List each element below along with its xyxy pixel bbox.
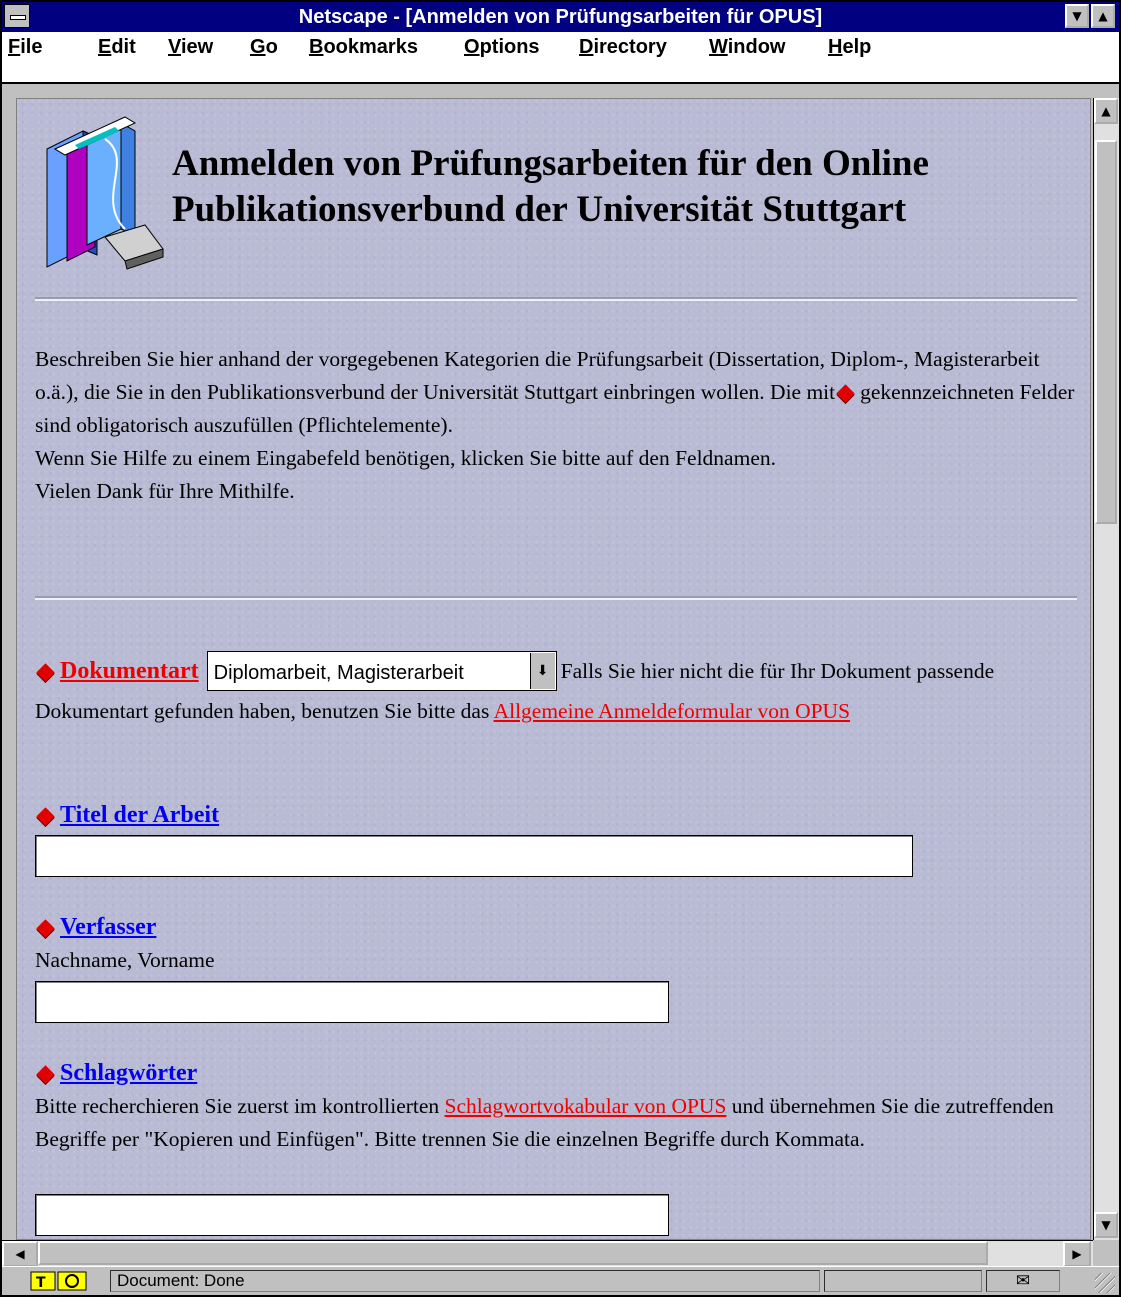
required-marker-icon	[36, 806, 55, 826]
page-title: Anmelden von Prüfungsarbeiten für den On…	[172, 141, 1072, 233]
menu-help-mnemonic: H	[828, 36, 843, 58]
required-marker-icon	[36, 662, 55, 682]
menu-view-label: iew	[180, 36, 214, 58]
dokumentart-selected-value: Diplomarbeit, Magisterarbeit	[213, 662, 464, 684]
intro-help: Wenn Sie Hilfe zu einem Eingabefeld benö…	[35, 446, 776, 470]
schlagwoerter-hint-before: Bitte recherchieren Sie zuerst im kontro…	[35, 1094, 440, 1118]
menu-options-label: ptions	[479, 36, 540, 58]
schlagwoerter-section: Schlagwörter Bitte recherchieren Sie zue…	[35, 1057, 1075, 1156]
scroll-up-button[interactable]: ▲	[1094, 98, 1118, 124]
verfasser-input[interactable]	[35, 981, 669, 1023]
titel-section: Titel der Arbeit	[35, 799, 1075, 832]
page-title-line1: Anmelden von Prüfungsarbeiten für den On…	[172, 143, 929, 184]
menu-edit-label: dit	[111, 36, 136, 58]
horizontal-scrollbar[interactable]: ◀ ▶	[2, 1240, 1093, 1267]
menu-view[interactable]: View	[168, 36, 213, 59]
menu-options[interactable]: Options	[464, 36, 540, 59]
dokumentart-select[interactable]: Diplomarbeit, Magisterarbeit ⬇	[206, 651, 557, 691]
menu-edit-mnemonic: E	[98, 36, 112, 58]
menu-file[interactable]: File	[8, 36, 42, 59]
intro-thanks: Vielen Dank für Ihre Mithilfe.	[35, 479, 295, 503]
schlagwoerter-help-link[interactable]: Schlagwörter	[60, 1060, 197, 1086]
menu-go-mnemonic: G	[250, 36, 266, 58]
scrollbar-corner	[1093, 1240, 1119, 1266]
page-title-line2: Publikationsverbund der Universität Stut…	[172, 189, 907, 230]
menu-bookmarks[interactable]: Bookmarks	[309, 36, 418, 59]
titel-help-link[interactable]: Titel der Arbeit	[60, 802, 219, 828]
menu-bookmarks-label: ookmarks	[323, 36, 418, 58]
dokumentart-help-link[interactable]: Dokumentart	[60, 658, 199, 684]
menu-file-label: ile	[20, 36, 43, 58]
required-marker-icon	[36, 918, 55, 938]
verfasser-section: Verfasser Nachname, Vorname	[35, 911, 1075, 977]
resize-grip-icon[interactable]	[1095, 1273, 1115, 1293]
menu-directory-label: irectory	[593, 36, 667, 58]
progress-field	[824, 1270, 982, 1292]
verfasser-hint: Nachname, Vorname	[35, 948, 215, 972]
status-bar: T Document: Done ✉	[2, 1266, 1119, 1295]
vertical-scrollbar[interactable]: ▲ ▼	[1093, 98, 1119, 1240]
menu-help[interactable]: Help	[828, 36, 871, 59]
svg-text:T: T	[36, 1275, 46, 1291]
menu-help-label: elp	[842, 36, 872, 58]
scroll-left-button[interactable]: ◀	[2, 1241, 38, 1267]
verfasser-help-link[interactable]: Verfasser	[60, 914, 156, 940]
dokumentart-section: Dokumentart Diplomarbeit, Magisterarbeit ⬇…	[35, 651, 1075, 728]
menu-edit[interactable]: Edit	[98, 36, 136, 59]
menu-go-label: o	[265, 36, 278, 58]
menu-bookmarks-mnemonic: B	[309, 36, 324, 58]
dropdown-arrow-icon[interactable]: ⬇	[529, 653, 555, 689]
divider-middle	[35, 596, 1077, 600]
required-marker-icon	[836, 383, 855, 403]
menu-file-mnemonic: F	[8, 36, 21, 58]
horizontal-scroll-thumb[interactable]	[38, 1241, 988, 1265]
schlagwortvokabular-link[interactable]: Schlagwortvokabular von OPUS	[445, 1094, 727, 1118]
scroll-down-button[interactable]: ▼	[1094, 1212, 1118, 1238]
menu-window[interactable]: Window	[709, 36, 785, 59]
menu-view-mnemonic: V	[168, 36, 181, 58]
divider-top	[35, 297, 1077, 301]
required-marker-icon	[36, 1064, 55, 1084]
titel-input[interactable]	[35, 835, 913, 877]
menu-options-mnemonic: O	[464, 36, 480, 58]
mail-icon[interactable]: ✉	[986, 1270, 1060, 1292]
menu-go[interactable]: Go	[250, 36, 278, 59]
allgemeine-anmeldeformular-link[interactable]: Allgemeine Anmeldeformular von OPUS	[494, 699, 850, 723]
schlagwoerter-input[interactable]	[35, 1194, 669, 1236]
intro-text: Beschreiben Sie hier anhand der vorgegeb…	[35, 343, 1075, 508]
security-key-icon: T	[30, 1271, 87, 1291]
menu-directory-mnemonic: D	[579, 36, 594, 58]
window-title: Netscape - [Anmelden von Prüfungsarbeite…	[298, 6, 823, 28]
minimize-button[interactable]: ▼	[1065, 4, 1089, 28]
title-bar: Netscape - [Anmelden von Prüfungsarbeite…	[2, 2, 1119, 32]
netscape-window: Netscape - [Anmelden von Prüfungsarbeite…	[0, 0, 1121, 1297]
books-logo-icon	[46, 116, 164, 270]
menu-directory[interactable]: Directory	[579, 36, 667, 59]
menu-window-label: indow	[727, 36, 786, 58]
menu-bar: File Edit View Go Bookmarks Options Dire…	[2, 32, 1119, 84]
menu-window-mnemonic: W	[709, 36, 728, 58]
maximize-button[interactable]: ▲	[1091, 4, 1115, 28]
page-content: Anmelden von Prüfungsarbeiten für den On…	[16, 98, 1091, 1240]
scroll-right-button[interactable]: ▶	[1063, 1241, 1091, 1267]
vertical-scroll-thumb[interactable]	[1095, 140, 1117, 524]
status-text: Document: Done	[110, 1270, 820, 1292]
